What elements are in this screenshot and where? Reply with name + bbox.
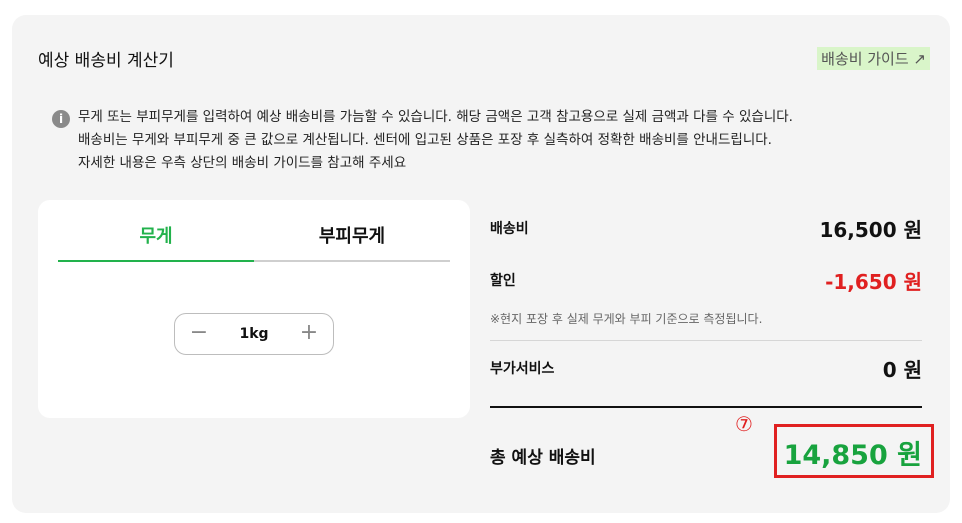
notice-line-3: 자세한 내용은 우측 상단의 배송비 가이드를 참고해 주세요 <box>78 155 407 171</box>
increase-button[interactable]: + <box>289 314 329 354</box>
notice-line-1: 무게 또는 부피무게를 입력하여 예상 배송비를 가늠할 수 있습니다. 해당 … <box>78 109 793 125</box>
total-amount: 14,850 원 <box>783 440 922 471</box>
tab-weight[interactable]: 무게 <box>58 220 254 262</box>
notice-line-2: 배송비는 무게와 부피무게 중 큰 값으로 계산됩니다. 센터에 입고된 상품은… <box>78 132 772 148</box>
discount-label: 할인 <box>490 273 516 289</box>
shipping-fee-amount: 16,500 원 <box>819 218 922 242</box>
total-divider <box>490 406 922 408</box>
tab-volume-weight[interactable]: 부피무게 <box>254 220 450 262</box>
weight-value[interactable]: 1kg <box>215 314 293 354</box>
weight-input-card: 무게 부피무게 − 1kg + <box>38 200 470 418</box>
notice-block: i 무게 또는 부피무게를 입력하여 예상 배송비를 가늠할 수 있습니다. 해… <box>52 106 793 175</box>
total-label: 총 예상 배송비 <box>490 448 596 468</box>
info-icon: i <box>52 110 70 128</box>
discount-amount: -1,650 원 <box>825 270 922 294</box>
divider <box>490 340 922 341</box>
annotation-marker: ⑦ <box>735 412 753 436</box>
weight-stepper: − 1kg + <box>174 313 334 355</box>
measurement-note: ※현지 포장 후 실제 무게와 부피 기준으로 측정됩니다. <box>490 312 763 326</box>
page-title: 예상 배송비 계산기 <box>38 51 174 71</box>
decrease-button[interactable]: − <box>179 314 219 354</box>
addon-service-label: 부가서비스 <box>490 361 555 377</box>
shipping-guide-link[interactable]: 배송비 가이드 ↗ <box>817 47 930 70</box>
shipping-fee-label: 배송비 <box>490 221 529 237</box>
addon-service-amount: 0 원 <box>882 358 922 382</box>
